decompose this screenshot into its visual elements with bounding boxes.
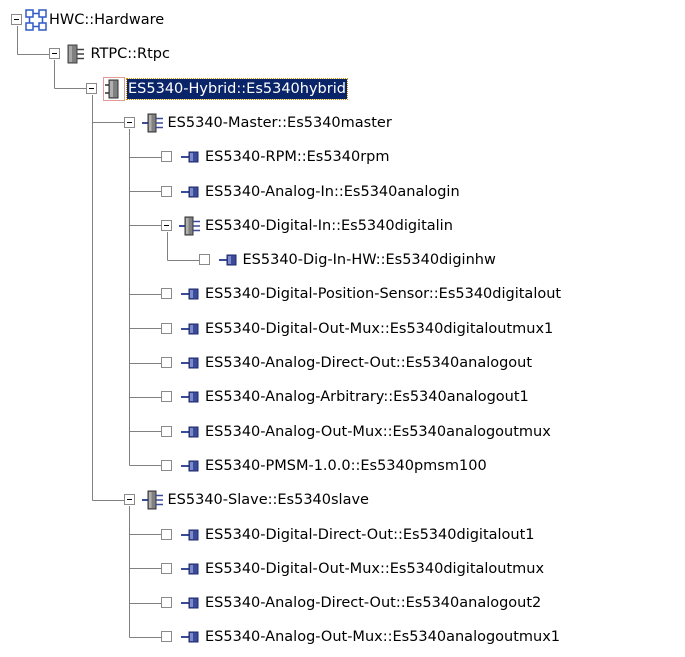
tree-node-label[interactable]: ES5340-Analog-Out-Mux::Es5340analogoutmu… [204,422,552,442]
tree-node-label[interactable]: ES5340-Analog-Direct-Out::Es5340analogou… [204,353,533,373]
leaf-box-icon[interactable] [161,631,172,643]
leaf-box-icon[interactable] [198,254,210,266]
tree-node[interactable]: ES5340-Dig-In-HW::Es5340diginhw [0,243,685,277]
leaf-box-icon[interactable] [161,322,172,334]
collapse-toggle-icon[interactable] [11,14,22,25]
tree-node-label[interactable]: ES5340-Dig-In-HW::Es5340diginhw [242,250,497,270]
collapse-toggle-icon[interactable] [86,82,97,94]
tree-node-label[interactable]: ES5340-Analog-Out-Mux::Es5340analogoutmu… [204,627,561,647]
tree-node[interactable]: RTPC::Rtpc [0,37,685,71]
tree-node-label[interactable]: ES5340-Slave::Es5340slave [167,490,370,510]
collapse-toggle-icon[interactable] [161,219,172,231]
tree-node-label[interactable]: ES5340-Analog-Arbitrary::Es5340analogout… [204,387,530,407]
hardware-tree-view[interactable]: HWC::HardwareRTPC::RtpcES5340-Hybrid::Es… [0,0,685,657]
tree-node[interactable]: ES5340-Master::Es5340master [0,106,685,140]
tree-node-label[interactable]: ES5340-Digital-In::Es5340digitalin [204,216,454,236]
tree-node[interactable]: ES5340-Slave::Es5340slave [0,483,685,517]
minus-icon [89,87,94,89]
tree-node[interactable]: ES5340-PMSM-1.0.0::Es5340pmsm100 [0,449,685,483]
leaf-box-icon[interactable] [161,391,172,403]
minus-icon [164,224,169,226]
tree-node[interactable]: ES5340-Analog-In::Es5340analogin [0,175,685,209]
leaf-box-icon[interactable] [161,528,172,540]
collapse-toggle-icon[interactable] [123,116,135,128]
leaf-box-icon[interactable] [161,425,172,437]
submodule-icon [141,483,169,517]
tree-node-label[interactable]: ES5340-Digital-Out-Mux::Es5340digitalout… [204,319,554,339]
tree-node[interactable]: ES5340-Analog-Out-Mux::Es5340analogoutmu… [0,415,685,449]
leaf-box-icon[interactable] [161,151,172,163]
tree-node[interactable]: ES5340-Digital-Out-Mux::Es5340digitalout… [0,552,685,586]
tree-node-label[interactable]: ES5340-Master::Es5340master [167,113,393,133]
leaf-box-icon[interactable] [161,597,172,609]
tree-node[interactable]: ES5340-Digital-In::Es5340digitalin [0,209,685,243]
tree-node-label[interactable]: ES5340-RPM::Es5340rpm [204,147,391,167]
leaf-box-icon[interactable] [161,185,172,197]
minus-icon [126,499,132,501]
tree-node[interactable]: ES5340-Analog-Out-Mux::Es5340analogoutmu… [0,620,685,654]
tree-node[interactable]: ES5340-Digital-Position-Sensor::Es5340di… [0,277,685,311]
collapse-toggle-icon[interactable] [48,48,60,60]
tree-node[interactable]: HWC::Hardware [0,3,685,37]
leaf-box-icon[interactable] [161,288,172,300]
leaf-box-icon[interactable] [161,459,172,471]
tree-node[interactable]: ES5340-Hybrid::Es5340hybrid [0,72,685,106]
tree-node[interactable]: ES5340-RPM::Es5340rpm [0,140,685,174]
leaf-box-icon[interactable] [161,357,172,368]
submodule-icon [178,209,206,243]
submodule-icon [141,106,169,140]
tree-node-label[interactable]: ES5340-Digital-Direct-Out::Es5340digital… [204,525,536,545]
tree-node-label[interactable]: ES5340-PMSM-1.0.0::Es5340pmsm100 [204,456,488,476]
leaf-box-icon[interactable] [161,562,172,574]
tree-node-label[interactable]: RTPC::Rtpc [90,44,171,64]
minus-icon [51,53,57,55]
collapse-toggle-icon[interactable] [123,494,135,506]
tree-node-label[interactable]: HWC::Hardware [48,10,165,30]
tree-node[interactable]: ES5340-Analog-Arbitrary::Es5340analogout… [0,380,685,414]
tree-node-label[interactable]: ES5340-Digital-Position-Sensor::Es5340di… [204,284,562,304]
tree-node[interactable]: ES5340-Digital-Direct-Out::Es5340digital… [0,518,685,552]
tree-node[interactable]: ES5340-Analog-Direct-Out::Es5340analogou… [0,346,685,380]
tree-node[interactable]: ES5340-Analog-Direct-Out::Es5340analogou… [0,586,685,620]
minus-icon [126,121,132,123]
tree-node-label-selected[interactable]: ES5340-Hybrid::Es5340hybrid [126,77,348,100]
tree-node-label[interactable]: ES5340-Digital-Out-Mux::Es5340digitalout… [204,559,545,579]
tree-node-label[interactable]: ES5340-Analog-In::Es5340analogin [204,182,461,202]
tree-node-label[interactable]: ES5340-Analog-Direct-Out::Es5340analogou… [204,593,542,613]
minus-icon [14,19,19,20]
tree-node[interactable]: ES5340-Digital-Out-Mux::Es5340digitalout… [0,312,685,346]
